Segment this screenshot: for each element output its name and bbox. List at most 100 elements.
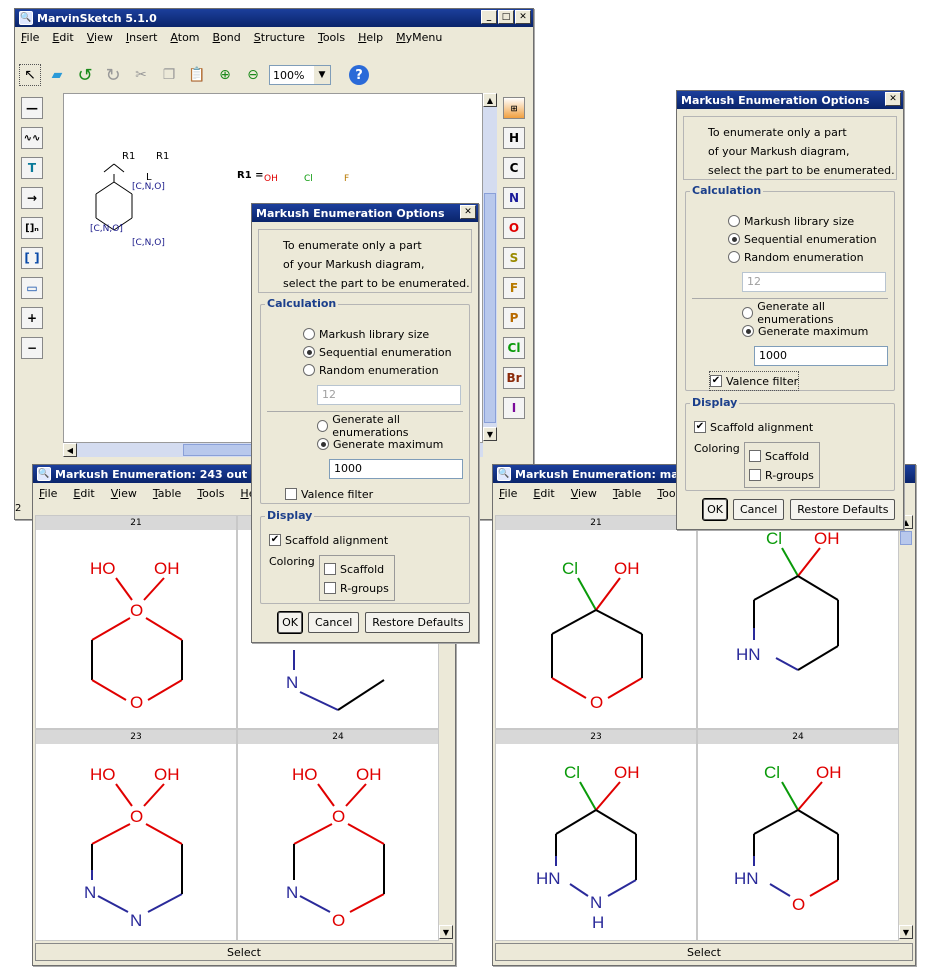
enum-right-menu-file[interactable]: File xyxy=(499,487,517,500)
radio-generate-maximum[interactable]: Generate maximum xyxy=(317,435,443,453)
scroll-down-icon[interactable]: ▼ xyxy=(899,925,913,939)
menu-view[interactable]: View xyxy=(87,31,113,44)
maximum-input[interactable]: 1000 xyxy=(329,459,463,479)
element-cl-button[interactable]: Cl xyxy=(503,337,525,359)
menu-mymenu[interactable]: MyMenu xyxy=(396,31,442,44)
enum-left-menu-edit[interactable]: Edit xyxy=(73,487,94,500)
ok-button[interactable]: OK xyxy=(702,498,728,521)
cut-icon[interactable]: ✂ xyxy=(129,64,153,86)
radio-library-size[interactable]: Markush library size xyxy=(728,212,854,230)
redo-icon[interactable]: ↻ xyxy=(101,64,125,86)
element-p-button[interactable]: P xyxy=(503,307,525,329)
zoom-out-icon[interactable]: ⊖ xyxy=(241,64,265,86)
scaffold-alignment-checkbox[interactable]: ✔ Scaffold alignment xyxy=(694,418,813,436)
random-count-input[interactable]: 12 xyxy=(317,385,461,405)
element-i-button[interactable]: I xyxy=(503,397,525,419)
enum-cell[interactable]: Cl OH HN xyxy=(697,515,899,729)
color-scaffold-checkbox[interactable]: Scaffold xyxy=(324,560,384,578)
radio-random[interactable]: Random enumeration xyxy=(728,248,864,266)
close-button[interactable]: ✕ xyxy=(515,10,531,24)
select-button[interactable]: Select xyxy=(495,943,913,961)
text-icon[interactable]: T xyxy=(21,157,43,179)
restore-defaults-button[interactable]: Restore Defaults xyxy=(365,612,471,633)
close-button[interactable]: ✕ xyxy=(885,92,901,106)
radio-random[interactable]: Random enumeration xyxy=(303,361,439,379)
element-o-button[interactable]: O xyxy=(503,217,525,239)
menu-structure[interactable]: Structure xyxy=(254,31,305,44)
undo-icon[interactable]: ↺ xyxy=(73,64,97,86)
radio-sequential[interactable]: Sequential enumeration xyxy=(728,230,877,248)
periodic-table-icon[interactable]: ⊞ xyxy=(503,97,525,119)
enum-cell[interactable]: 21 HO OH O O xyxy=(35,515,237,729)
menu-edit[interactable]: Edit xyxy=(52,31,73,44)
eraser-icon[interactable]: ▰ xyxy=(45,64,69,86)
enum-cell[interactable]: 23 HO OH O N N xyxy=(35,729,237,941)
enum-cell[interactable]: 24 HO OH O N O xyxy=(237,729,439,941)
color-scaffold-checkbox[interactable]: Scaffold xyxy=(749,447,809,465)
menu-atom[interactable]: Atom xyxy=(170,31,199,44)
enum-right-menu-view[interactable]: View xyxy=(571,487,597,500)
scaffold-alignment-checkbox[interactable]: ✔ Scaffold alignment xyxy=(269,531,388,549)
random-count-input[interactable]: 12 xyxy=(742,272,886,292)
canvas-vscroll-thumb[interactable] xyxy=(484,193,496,423)
maximize-button[interactable]: □ xyxy=(498,10,514,24)
cancel-button[interactable]: Cancel xyxy=(308,612,360,633)
enum-right-menu-table[interactable]: Table xyxy=(613,487,641,500)
select-button[interactable]: Select xyxy=(35,943,453,961)
help-icon[interactable]: ? xyxy=(347,64,371,86)
enum-right-vscrollbar[interactable]: ▲ ▼ xyxy=(899,515,913,939)
enum-cell[interactable]: 21 Cl OH O xyxy=(495,515,697,729)
bracket-icon[interactable]: [ ] xyxy=(21,247,43,269)
menu-tools[interactable]: Tools xyxy=(318,31,345,44)
element-f-button[interactable]: F xyxy=(503,277,525,299)
element-c-button[interactable]: C xyxy=(503,157,525,179)
scroll-up-icon[interactable]: ▲ xyxy=(483,93,497,107)
arrow-icon[interactable]: → xyxy=(21,187,43,209)
ok-button[interactable]: OK xyxy=(277,611,303,634)
copy-icon[interactable]: ❐ xyxy=(157,64,181,86)
zoom-select[interactable]: 100% ▼ xyxy=(269,65,331,85)
scroll-down-icon[interactable]: ▼ xyxy=(483,427,497,441)
enum-right-vscroll-thumb[interactable] xyxy=(900,531,912,545)
enum-left-menu-table[interactable]: Table xyxy=(153,487,181,500)
enum-cell[interactable]: 24 Cl OH HN O xyxy=(697,729,899,941)
scroll-left-icon[interactable]: ◀ xyxy=(63,443,77,457)
valence-filter-checkbox[interactable]: ✔ Valence filter xyxy=(708,371,800,391)
element-br-button[interactable]: Br xyxy=(503,367,525,389)
valence-filter-checkbox[interactable]: Valence filter xyxy=(285,485,373,503)
chevron-down-icon[interactable]: ▼ xyxy=(314,66,330,84)
paste-icon[interactable]: 📋 xyxy=(185,64,209,86)
radio-generate-maximum[interactable]: Generate maximum xyxy=(742,322,868,340)
restore-defaults-button[interactable]: Restore Defaults xyxy=(790,499,896,520)
element-s-button[interactable]: S xyxy=(503,247,525,269)
enum-left-menu-view[interactable]: View xyxy=(111,487,137,500)
element-n-button[interactable]: N xyxy=(503,187,525,209)
enum-cell[interactable]: 23 Cl OH HN N H xyxy=(495,729,697,941)
select-tool-icon[interactable]: ↖ xyxy=(19,64,41,86)
radio-generate-all[interactable]: Generate all enumerations xyxy=(742,300,894,326)
close-button[interactable]: ✕ xyxy=(460,205,476,219)
rectangle-icon[interactable]: ▭ xyxy=(21,277,43,299)
zoom-in-icon[interactable]: ⊕ xyxy=(213,64,237,86)
canvas-vscrollbar[interactable]: ▲ ▼ xyxy=(483,93,497,441)
minimize-button[interactable]: _ xyxy=(481,10,497,24)
enum-right-menu-edit[interactable]: Edit xyxy=(533,487,554,500)
radio-generate-all[interactable]: Generate all enumerations xyxy=(317,413,469,439)
element-h-button[interactable]: H xyxy=(503,127,525,149)
enum-left-menu-file[interactable]: File xyxy=(39,487,57,500)
minus-charge-icon[interactable]: − xyxy=(21,337,43,359)
menu-insert[interactable]: Insert xyxy=(126,31,158,44)
color-rgroups-checkbox[interactable]: R-groups xyxy=(324,579,389,597)
menu-file[interactable]: File xyxy=(21,31,39,44)
radio-library-size[interactable]: Markush library size xyxy=(303,325,429,343)
radio-sequential[interactable]: Sequential enumeration xyxy=(303,343,452,361)
menu-help[interactable]: Help xyxy=(358,31,383,44)
single-bond-icon[interactable]: — xyxy=(21,97,43,119)
enum-left-menu-tools[interactable]: Tools xyxy=(197,487,224,500)
color-rgroups-checkbox[interactable]: R-groups xyxy=(749,466,814,484)
chain-icon[interactable]: ∿∿ xyxy=(21,127,43,149)
plus-charge-icon[interactable]: + xyxy=(21,307,43,329)
cancel-button[interactable]: Cancel xyxy=(733,499,785,520)
menu-bond[interactable]: Bond xyxy=(213,31,241,44)
maximum-input[interactable]: 1000 xyxy=(754,346,888,366)
